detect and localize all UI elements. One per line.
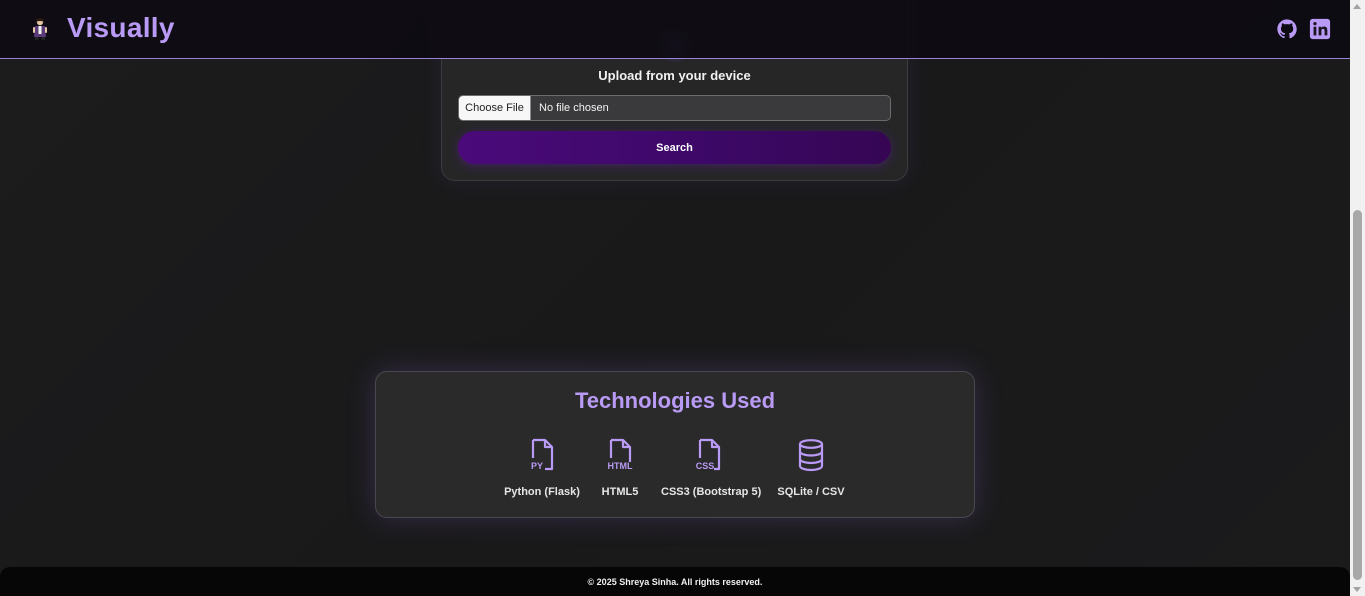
python-file-icon: PY — [531, 438, 554, 471]
tech-label-html: HTML5 — [601, 486, 639, 498]
tech-item-sqlite: SQLite / CSV — [777, 438, 845, 498]
navbar: Visually — [0, 0, 1350, 59]
file-status: No file chosen — [539, 102, 609, 114]
tech-item-html: HTML HTML5 — [598, 438, 642, 498]
tech-item-python: PY Python (Flask) — [503, 438, 581, 498]
technologies-title: Technologies Used — [574, 388, 776, 413]
page: Upload from your device Choose File No f… — [0, 0, 1350, 596]
css-icon-text: CSS — [696, 461, 715, 471]
database-icon — [798, 439, 824, 472]
file-input[interactable]: Choose File No file chosen — [458, 95, 891, 121]
scroll-down-arrow-icon[interactable] — [1353, 587, 1361, 592]
scroll-up-arrow-icon[interactable] — [1353, 4, 1361, 9]
html-icon-text: HTML — [608, 461, 633, 471]
tech-label-sqlite: SQLite / CSV — [777, 486, 845, 498]
github-icon[interactable] — [1276, 18, 1298, 40]
upload-title: Upload from your device — [598, 68, 751, 83]
tech-item-css: CSS CSS3 (Bootstrap 5) — [661, 438, 762, 498]
character-logo[interactable] — [30, 17, 50, 41]
vertical-scrollbar[interactable] — [1350, 0, 1365, 596]
footer-text: © 2025 Shreya Sinha. All rights reserved… — [587, 576, 763, 587]
scrollbar-thumb[interactable] — [1353, 210, 1362, 580]
tech-label-python: Python (Flask) — [504, 486, 580, 498]
css-file-icon: CSS — [696, 438, 721, 471]
footer: © 2025 Shreya Sinha. All rights reserved… — [0, 567, 1350, 596]
tech-label-css: CSS3 (Bootstrap 5) — [661, 486, 762, 498]
linkedin-icon[interactable] — [1309, 18, 1331, 40]
html-file-icon: HTML — [608, 438, 633, 471]
brand-title[interactable]: Visually — [67, 12, 175, 44]
choose-file-button[interactable]: Choose File — [459, 96, 531, 120]
search-button[interactable]: Search — [458, 131, 891, 164]
python-icon-text: PY — [531, 461, 543, 471]
